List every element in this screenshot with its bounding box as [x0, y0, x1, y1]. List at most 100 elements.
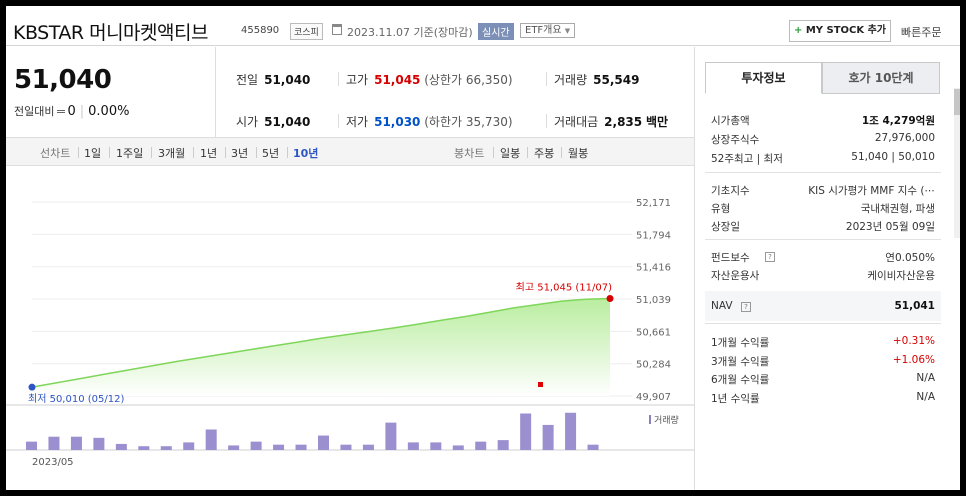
info-key: NAV: [711, 300, 733, 312]
period-tab-1w[interactable]: 1주일: [116, 145, 143, 161]
volume-bar: [407, 442, 419, 450]
info-row: 자산운용사 케이비자산운용: [711, 268, 935, 284]
change-row: 전일대비 0 | 0.00%: [14, 103, 129, 119]
info-row: 상장일 2023년 05월 09일: [711, 219, 935, 235]
stat-volume: 거래량 55,549: [554, 71, 639, 88]
help-icon[interactable]: ?: [765, 252, 775, 262]
info-row: 상장주식수 27,976,000: [711, 132, 935, 148]
divider: [705, 239, 941, 240]
stat-value: 2,835: [604, 115, 643, 129]
header: KBSTAR 머니마켓액티브 455890 코스피 2023.11.07 기준(…: [6, 6, 960, 46]
quick-order-button[interactable]: 빠른주문: [901, 24, 941, 40]
add-my-stock-button[interactable]: + MY STOCK 추가: [789, 20, 891, 42]
realtime-badge[interactable]: 실시간: [478, 23, 514, 40]
info-key: 상장일: [711, 221, 740, 233]
stat-value: 51,030: [374, 115, 421, 129]
volume-bars: [26, 412, 599, 450]
y-tick-label: 50,661: [636, 327, 671, 338]
volume-bar: [497, 440, 509, 450]
info-row: 52주최고 | 최저 51,040 | 50,010: [711, 151, 935, 167]
stat-label: 시가: [236, 115, 259, 129]
market-badge: 코스피: [290, 23, 323, 40]
info-row: 시가총액 1조 4,279억원: [711, 113, 935, 129]
info-key: 펀드보수: [711, 252, 750, 264]
volume-bar: [183, 442, 195, 450]
divider: [193, 147, 194, 158]
stat-label: 저가: [346, 115, 369, 129]
info-key: 1년 수익률: [711, 392, 760, 405]
volume-bar: [273, 444, 285, 450]
price-area: [32, 298, 610, 396]
stat-label: 고가: [346, 73, 369, 87]
upper-limit: (상한가 66,350): [424, 73, 513, 87]
high-annotation: 최고 51,045 (11/07): [516, 281, 612, 293]
tab-order-book[interactable]: 호가 10단계: [822, 62, 940, 94]
y-tick-label: 49,907: [636, 392, 671, 403]
divider: [705, 323, 941, 324]
price-summary: 51,040 전일대비 0 | 0.00%: [6, 47, 216, 137]
change-label: 전일대비: [14, 105, 55, 118]
change-rate: 0.00%: [88, 104, 130, 119]
flat-icon: [57, 110, 66, 113]
y-tick-label: 50,284: [636, 360, 671, 371]
volume-bar: [48, 436, 60, 450]
period-tab-10y[interactable]: 10년: [293, 145, 318, 161]
etf-quote-panel: KBSTAR 머니마켓액티브 455890 코스피 2023.11.07 기준(…: [6, 6, 960, 490]
volume-bar: [138, 446, 150, 450]
stock-title: KBSTAR 머니마켓액티브: [13, 22, 208, 44]
volume-bar: [228, 445, 240, 450]
info-row: 1년 수익률 N/A: [711, 391, 935, 407]
divider: [546, 114, 547, 128]
info-row: 3개월 수익률 +1.06%: [711, 354, 935, 370]
info-value: 51,041: [894, 300, 935, 312]
lower-limit: (하한가 35,730): [424, 115, 513, 129]
period-tab-3y[interactable]: 3년: [231, 145, 248, 161]
candle-tab-monthly[interactable]: 월봉: [568, 145, 588, 161]
divider: [287, 147, 288, 158]
info-value: N/A: [916, 390, 935, 403]
candle-chart-label[interactable]: 봉차트: [454, 145, 484, 161]
volume-bar: [70, 436, 82, 450]
candle-tab-daily[interactable]: 일봉: [500, 145, 520, 161]
price-chart[interactable]: 52,171 51,794 51,416 51,039 50,661 50,284 49,9…: [6, 166, 694, 490]
info-key: 52주최고 | 최저: [711, 153, 783, 165]
volume-bar: [475, 441, 487, 450]
stat-label: 거래량: [554, 73, 588, 87]
period-tab-3m[interactable]: 3개월: [158, 145, 185, 161]
info-value: 27,976,000: [874, 132, 935, 144]
period-tab-1y[interactable]: 1년: [200, 145, 217, 161]
etf-overview-button[interactable]: ETF개요 ▼: [520, 23, 576, 38]
x-axis-label: 2023/05: [32, 457, 74, 468]
divider: [493, 147, 494, 158]
stat-value: 51,040: [264, 115, 311, 129]
candle-tab-weekly[interactable]: 주봉: [534, 145, 554, 161]
divider: [561, 147, 562, 158]
stat-label: 전일: [236, 73, 259, 87]
tab-investment-info[interactable]: 투자정보: [705, 62, 822, 94]
volume-bar: [385, 422, 397, 450]
info-key: 시가총액: [711, 115, 750, 127]
volume-bar: [250, 441, 262, 450]
divider: [338, 72, 339, 86]
period-tab-5y[interactable]: 5년: [262, 145, 279, 161]
scrollbar-thumb[interactable]: [954, 89, 960, 115]
help-icon[interactable]: ?: [741, 302, 751, 312]
stat-value: 51,040: [264, 73, 311, 87]
stat-label: 거래대금: [554, 115, 599, 129]
divider: [256, 147, 257, 158]
period-tab-1d[interactable]: 1일: [84, 145, 101, 161]
line-chart-label[interactable]: 선차트: [40, 145, 70, 161]
volume-bar: [160, 446, 172, 450]
low-marker: [28, 383, 36, 391]
info-key: 자산운용사: [711, 270, 760, 282]
stat-unit: 백만: [645, 115, 669, 129]
stat-amount: 거래대금 2,835 백만: [554, 113, 668, 130]
divider: [527, 147, 528, 158]
info-row: 유형 국내채권형, 파생: [711, 201, 935, 217]
current-price: 51,040: [14, 65, 112, 95]
divider: |: [79, 104, 85, 119]
y-tick-label: 51,416: [636, 263, 671, 274]
volume-bar: [93, 437, 105, 450]
y-tick-label: 51,794: [636, 230, 671, 241]
volume-bar: [318, 435, 329, 450]
